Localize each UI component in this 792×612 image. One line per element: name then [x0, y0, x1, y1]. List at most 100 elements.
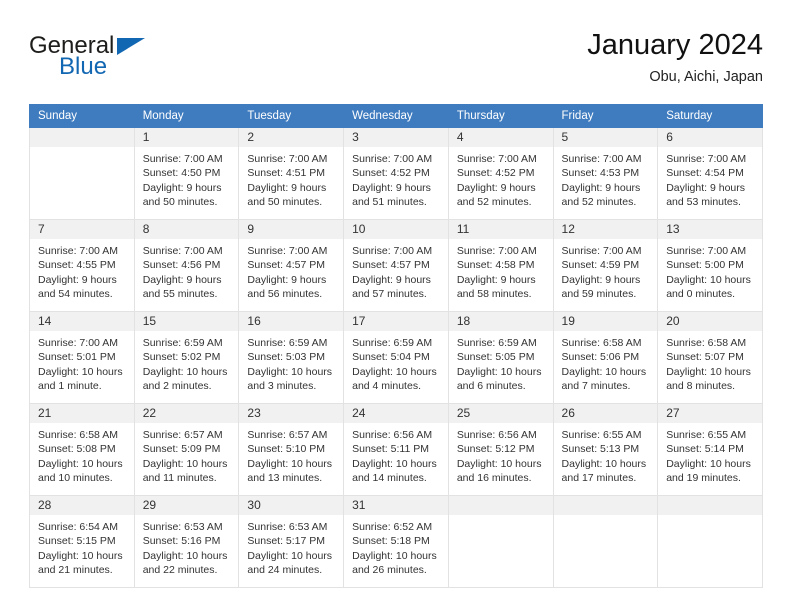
sunset-text: Sunset: 4:55 PM [38, 259, 116, 272]
sunrise-text: Sunrise: 6:59 AM [247, 337, 328, 349]
calendar-day-cell[interactable]: 26 Sunrise: 6:55 AM Sunset: 5:13 PM Dayligh… [552, 403, 659, 496]
sunset-text: Sunset: 4:50 PM [142, 167, 221, 180]
sunrise-text: Sunrise: 6:59 AM [352, 337, 433, 349]
day-number: 25 [448, 404, 553, 423]
day-number: 14 [30, 312, 134, 331]
calendar-day-cell[interactable]: 1 Sunrise: 7:00 AM Sunset: 4:50 PM Daylight… [133, 127, 240, 220]
calendar-day-cell[interactable]: 11 Sunrise: 7:00 AM Sunset: 4:58 PM Dayligh… [447, 219, 554, 312]
daylight-text: Daylight: 9 hours and 50 minutes. [247, 181, 327, 209]
sunset-text: Sunset: 4:52 PM [352, 167, 430, 180]
sunrise-text: Sunrise: 6:58 AM [38, 429, 118, 441]
sunset-text: Sunset: 4:56 PM [142, 259, 221, 272]
sunset-text: Sunset: 4:51 PM [247, 167, 326, 180]
day-number: 28 [30, 496, 134, 515]
day-number: 19 [553, 312, 658, 331]
day-details: Sunrise: 6:53 AM Sunset: 5:16 PM Daylight:… [135, 515, 239, 578]
brand-triangle-icon [117, 38, 145, 55]
calendar-day-cell[interactable]: 19 Sunrise: 6:58 AM Sunset: 5:06 PM Dayligh… [552, 311, 659, 404]
calendar-body: 1 Sunrise: 7:00 AM Sunset: 4:50 PM Daylight… [29, 127, 763, 588]
calendar-day-cell[interactable]: 30 Sunrise: 6:53 AM Sunset: 5:17 PM Dayligh… [238, 495, 345, 588]
sunrise-text: Sunrise: 7:00 AM [561, 153, 642, 165]
sunrise-text: Sunrise: 6:53 AM [247, 521, 328, 533]
sunrise-text: Sunrise: 6:55 AM [561, 429, 642, 441]
calendar-day-cell[interactable]: 27 Sunrise: 6:55 AM Sunset: 5:14 PM Dayligh… [657, 403, 763, 496]
calendar-day-cell[interactable]: 8 Sunrise: 7:00 AM Sunset: 4:56 PM Daylight… [133, 219, 240, 312]
calendar-day-cell[interactable]: 13 Sunrise: 7:00 AM Sunset: 5:00 PM Dayligh… [657, 219, 763, 312]
page-header: General Blue January 2024 Obu, Aichi, Ja… [29, 28, 763, 90]
brand-logo[interactable]: General Blue [29, 32, 249, 88]
calendar-day-cell[interactable]: 29 Sunrise: 6:53 AM Sunset: 5:16 PM Dayligh… [133, 495, 240, 588]
calendar-day-cell[interactable]: 20 Sunrise: 6:58 AM Sunset: 5:07 PM Dayligh… [657, 311, 763, 404]
day-details: Sunrise: 7:00 AM Sunset: 4:52 PM Daylight:… [449, 147, 553, 210]
calendar-day-cell[interactable]: 25 Sunrise: 6:56 AM Sunset: 5:12 PM Dayligh… [447, 403, 554, 496]
calendar-day-cell[interactable]: 18 Sunrise: 6:59 AM Sunset: 5:05 PM Dayligh… [447, 311, 554, 404]
sunset-text: Sunset: 5:05 PM [456, 351, 535, 364]
sunset-text: Sunset: 5:00 PM [666, 259, 744, 272]
sunrise-text: Sunrise: 6:52 AM [352, 521, 433, 533]
calendar-day-cell[interactable]: 10 Sunrise: 7:00 AM Sunset: 4:57 PM Dayligh… [343, 219, 449, 312]
sunset-text: Sunset: 4:58 PM [456, 259, 535, 272]
day-details: Sunrise: 6:56 AM Sunset: 5:12 PM Daylight:… [449, 423, 553, 486]
sunset-text: Sunset: 5:13 PM [561, 443, 640, 456]
calendar-day-cell[interactable]: 21 Sunrise: 6:58 AM Sunset: 5:08 PM Dayligh… [29, 403, 135, 496]
sunrise-text: Sunrise: 7:00 AM [456, 153, 537, 165]
sunset-text: Sunset: 4:57 PM [247, 259, 326, 272]
calendar-day-cell[interactable]: 14 Sunrise: 7:00 AM Sunset: 5:01 PM Dayligh… [29, 311, 135, 404]
sunrise-text: Sunrise: 7:00 AM [247, 245, 328, 257]
sunrise-text: Sunrise: 6:59 AM [142, 337, 223, 349]
daylight-text: Daylight: 10 hours and 24 minutes. [247, 549, 333, 577]
calendar-day-cell[interactable]: 16 Sunrise: 6:59 AM Sunset: 5:03 PM Dayligh… [238, 311, 345, 404]
sunrise-text: Sunrise: 6:56 AM [456, 429, 537, 441]
calendar-day-cell[interactable]: 12 Sunrise: 7:00 AM Sunset: 4:59 PM Dayligh… [552, 219, 659, 312]
sunrise-text: Sunrise: 7:00 AM [666, 245, 747, 257]
calendar-day-cell[interactable]: 3 Sunrise: 7:00 AM Sunset: 4:52 PM Daylight… [343, 127, 449, 220]
daylight-text: Daylight: 9 hours and 58 minutes. [456, 273, 536, 301]
sunset-text: Sunset: 4:57 PM [352, 259, 430, 272]
day-number: 11 [448, 220, 553, 239]
day-number: 2 [239, 128, 344, 147]
day-details: Sunrise: 6:59 AM Sunset: 5:03 PM Daylight:… [239, 331, 343, 394]
sunrise-text: Sunrise: 6:54 AM [38, 521, 118, 533]
calendar-day-cell[interactable]: 4 Sunrise: 7:00 AM Sunset: 4:52 PM Daylight… [447, 127, 554, 220]
calendar-week-row: 7 Sunrise: 7:00 AM Sunset: 4:55 PM Daylight… [29, 219, 763, 312]
sunset-text: Sunset: 5:15 PM [38, 535, 116, 548]
sunrise-text: Sunrise: 6:58 AM [666, 337, 747, 349]
day-details: Sunrise: 7:00 AM Sunset: 4:52 PM Daylight:… [344, 147, 448, 210]
sunrise-text: Sunrise: 7:00 AM [247, 153, 328, 165]
day-number: 16 [239, 312, 344, 331]
calendar-day-cell[interactable]: 7 Sunrise: 7:00 AM Sunset: 4:55 PM Daylight… [29, 219, 135, 312]
day-number: 1 [134, 128, 239, 147]
sunrise-text: Sunrise: 6:56 AM [352, 429, 433, 441]
calendar-day-cell[interactable]: 5 Sunrise: 7:00 AM Sunset: 4:53 PM Daylight… [552, 127, 659, 220]
calendar-day-cell[interactable]: 23 Sunrise: 6:57 AM Sunset: 5:10 PM Dayligh… [238, 403, 345, 496]
sunset-text: Sunset: 5:18 PM [352, 535, 430, 548]
sunset-text: Sunset: 5:17 PM [247, 535, 326, 548]
sunrise-text: Sunrise: 7:00 AM [561, 245, 642, 257]
calendar-day-cell[interactable]: 28 Sunrise: 6:54 AM Sunset: 5:15 PM Dayligh… [29, 495, 135, 588]
sunrise-text: Sunrise: 6:53 AM [142, 521, 223, 533]
day-details: Sunrise: 6:52 AM Sunset: 5:18 PM Daylight:… [344, 515, 448, 578]
calendar-day-cell[interactable]: 15 Sunrise: 6:59 AM Sunset: 5:02 PM Dayligh… [133, 311, 240, 404]
calendar-day-cell[interactable]: 24 Sunrise: 6:56 AM Sunset: 5:11 PM Dayligh… [343, 403, 449, 496]
calendar-day-cell[interactable]: 22 Sunrise: 6:57 AM Sunset: 5:09 PM Dayligh… [133, 403, 240, 496]
calendar-day-cell[interactable]: 17 Sunrise: 6:59 AM Sunset: 5:04 PM Dayligh… [343, 311, 449, 404]
calendar-day-cell[interactable]: 31 Sunrise: 6:52 AM Sunset: 5:18 PM Dayligh… [343, 495, 449, 588]
calendar-day-cell[interactable]: 2 Sunrise: 7:00 AM Sunset: 4:51 PM Daylight… [238, 127, 345, 220]
day-number: 4 [448, 128, 553, 147]
sunset-text: Sunset: 5:07 PM [666, 351, 744, 364]
day-details: Sunrise: 6:59 AM Sunset: 5:02 PM Daylight:… [135, 331, 239, 394]
day-number: 17 [344, 312, 448, 331]
sunset-text: Sunset: 5:04 PM [352, 351, 430, 364]
daylight-text: Daylight: 10 hours and 8 minutes. [666, 365, 751, 393]
calendar-day-cell[interactable]: 6 Sunrise: 7:00 AM Sunset: 4:54 PM Daylight… [657, 127, 763, 220]
daylight-text: Daylight: 9 hours and 53 minutes. [666, 181, 746, 209]
brand-name-blue: Blue [59, 53, 108, 80]
daylight-text: Daylight: 10 hours and 21 minutes. [38, 549, 123, 577]
sunset-text: Sunset: 5:11 PM [352, 443, 429, 456]
daylight-text: Daylight: 10 hours and 10 minutes. [38, 457, 123, 485]
calendar-day-cell[interactable]: 9 Sunrise: 7:00 AM Sunset: 4:57 PM Daylight… [238, 219, 345, 312]
sunrise-text: Sunrise: 7:00 AM [142, 153, 223, 165]
calendar-empty-cell [657, 495, 763, 588]
weekday-header-saturday: Saturday [657, 104, 763, 128]
day-number [658, 496, 762, 515]
